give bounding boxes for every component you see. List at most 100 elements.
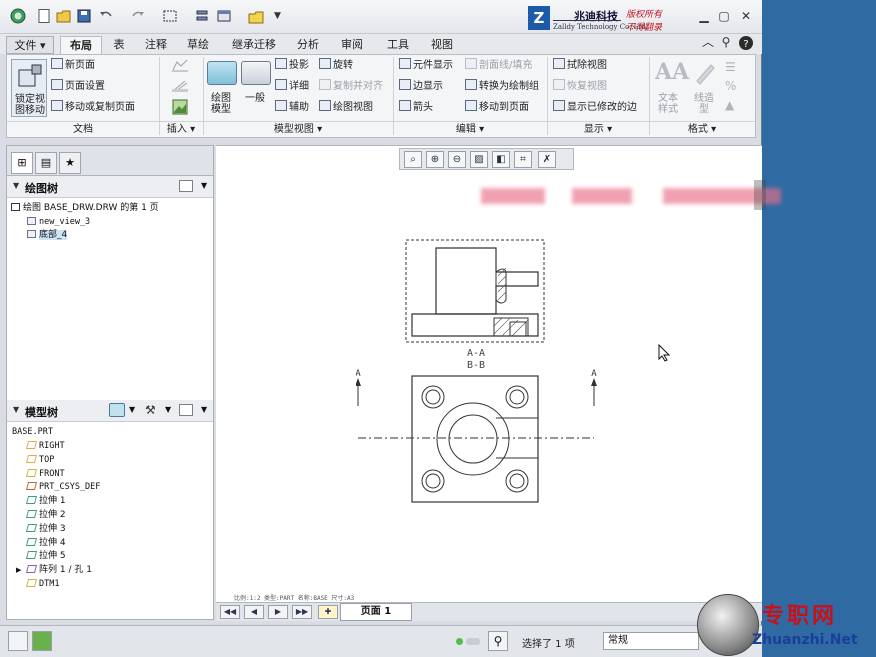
help-icon[interactable]: ? [738,35,754,51]
model-tree-item[interactable]: 拉伸 2 [25,509,66,521]
minimize-icon[interactable]: ▁ [696,8,712,24]
model-tree-tab-icon[interactable]: ⊞ [11,152,33,174]
tab-legacy-migration[interactable]: 继承迁移 [224,36,284,54]
model-tree-item[interactable]: 拉伸 3 [25,523,66,535]
format-small-tools[interactable]: ☰% ▲ [725,58,736,115]
tab-tools[interactable]: 工具 [380,36,416,54]
regenerate-icon[interactable] [194,8,210,24]
move-copy-page-button[interactable]: 移动或复制页面 [51,100,135,115]
tree-item[interactable]: new_view_3 [27,216,90,228]
model-select-icon[interactable] [109,403,125,417]
display-style-icon[interactable]: ◧ [492,151,510,168]
line-style-icon[interactable] [693,59,717,85]
model-tree-header[interactable]: ▼ 模型树 ▼ ⚒ ▼ ▼ [7,400,213,422]
tab-analysis[interactable]: 分析 [290,36,326,54]
tab-file[interactable]: 文件 ▾ [6,36,54,54]
tree-settings-dropdown-icon[interactable]: ▼ [201,405,207,414]
section-view[interactable] [405,239,545,343]
redo-icon[interactable] [130,8,146,24]
prev-page-icon[interactable]: ◀ [244,605,264,619]
tab-sketch[interactable]: 草绘 [180,36,216,54]
drawing-canvas[interactable]: ⌕ ⊕ ⊖ ▨ ◧ ⌗ ✗ A-A B-B A A 比例:1:2 类型:PART… [216,145,781,621]
new-file-icon[interactable] [36,8,52,24]
save-icon[interactable] [76,8,92,24]
model-tree-item[interactable]: FRONT [25,468,65,480]
erase-view-button[interactable]: 拭除视图 [553,58,607,73]
next-page-icon[interactable]: ▶ [268,605,288,619]
revolve-button[interactable]: 旋转 [319,58,353,73]
collapse-triangle-icon[interactable]: ▼ [13,181,19,190]
windows-icon[interactable] [216,8,232,24]
tab-review[interactable]: 审阅 [334,36,370,54]
model-tree-item[interactable]: 拉伸 4 [25,537,66,549]
model-tree-item[interactable]: ▶ 阵列 1 / 孔 1 [16,564,92,576]
tab-layout[interactable]: 布局 [60,36,102,54]
group-display[interactable]: 显示 ▾ [547,121,649,136]
find-icon[interactable]: ⚲ [488,631,508,651]
group-model-view[interactable]: 模型视图 ▾ [203,121,393,136]
text-style-icon[interactable]: AA [655,59,689,85]
general-view-icon[interactable] [241,61,271,85]
annotation-display-icon[interactable]: ✗ [538,151,556,168]
new-page-tab-icon[interactable]: ✚ [318,605,338,619]
model-tree-item[interactable]: DTM1 [25,578,59,590]
folder-browser-tab-icon[interactable]: ▤ [35,152,57,174]
close-icon[interactable]: ✕ [738,8,754,24]
move-to-page-button[interactable]: 移动到页面 [465,100,529,115]
convert-draw-group-button[interactable]: 转换为绘制组 [465,79,539,94]
zoom-out-icon[interactable]: ⊖ [448,151,466,168]
drawing-view-button[interactable]: 绘图视图 [319,100,373,115]
drawing-tree-root[interactable]: 绘图 BASE_DRW.DRW 的第 1 页 [11,202,159,214]
refit-icon[interactable]: ⌕ [404,151,422,168]
hatch-fill-button[interactable]: 剖面线/填充 [465,58,532,73]
last-page-icon[interactable]: ▶▶ [292,605,312,619]
drawing-tree-header[interactable]: ▼ 绘图树 ▼ [7,176,213,198]
tree-item-selected[interactable]: 底部_4 [27,229,68,241]
select-box-icon[interactable] [162,8,178,24]
repaint-icon[interactable]: ▨ [470,151,488,168]
resume-view-button[interactable]: 恢复视图 [553,79,607,94]
tree-settings-icon[interactable] [179,404,193,416]
collapse-triangle-icon[interactable]: ▼ [13,405,19,414]
undo-icon[interactable] [98,8,114,24]
expand-arrow-icon[interactable]: ▶ [16,564,21,576]
insert-image-icon[interactable] [171,99,189,115]
page-setup-button[interactable]: 页面设置 [51,79,105,94]
toggle-browser-icon[interactable] [32,631,52,651]
edge-display-button[interactable]: 边显示 [399,79,443,94]
new-page-button[interactable]: 新页面 [51,58,95,73]
model-tree-root[interactable]: BASE.PRT [12,426,53,438]
top-view[interactable]: A A [356,369,597,503]
copy-align-button[interactable]: 复制并对齐 [319,79,383,94]
model-tree-item[interactable]: PRT_CSYS_DEF [25,481,100,493]
search-icon[interactable]: ⚲ [718,34,734,50]
selection-filter-dropdown[interactable]: 常规 [603,632,699,650]
arrow-button[interactable]: 箭头 [399,100,433,115]
collapse-ribbon-icon[interactable]: ︿ [700,34,716,50]
auxiliary-button[interactable]: 辅助 [275,100,309,115]
model-tree-item[interactable]: TOP [25,454,54,466]
group-edit[interactable]: 编辑 ▾ [393,121,547,136]
group-format[interactable]: 格式 ▾ [649,121,755,136]
tab-annotate[interactable]: 注释 [138,36,174,54]
drawing-model-icon[interactable] [207,61,237,85]
tab-table[interactable]: 表 [106,36,132,54]
toggle-navigator-icon[interactable] [8,631,28,651]
insert-chart-icon[interactable] [171,58,189,72]
detail-button[interactable]: 详细 [275,79,309,94]
insert-hatch-icon[interactable] [171,79,189,93]
tree-filter-dropdown-icon[interactable]: ▼ [165,405,171,414]
open-folder-icon[interactable] [56,8,72,24]
customize-qat-icon[interactable]: ▼ [274,8,290,24]
element-display-button[interactable]: 元件显示 [399,58,453,73]
tab-view[interactable]: 视图 [424,36,460,54]
model-tree-item[interactable]: 拉伸 1 [25,495,66,507]
model-tree-item[interactable]: 拉伸 5 [25,550,66,562]
zoom-in-icon[interactable]: ⊕ [426,151,444,168]
show-modified-edges-button[interactable]: 显示已修改的边 [553,100,637,115]
favorites-tab-icon[interactable]: ★ [59,152,81,174]
lock-view-button[interactable]: 锁定视 图移动 [11,59,47,117]
tree-filter-icon[interactable]: ⚒ [145,403,156,417]
restore-icon[interactable]: ▢ [716,8,732,24]
tree-settings-icon[interactable] [179,180,193,192]
